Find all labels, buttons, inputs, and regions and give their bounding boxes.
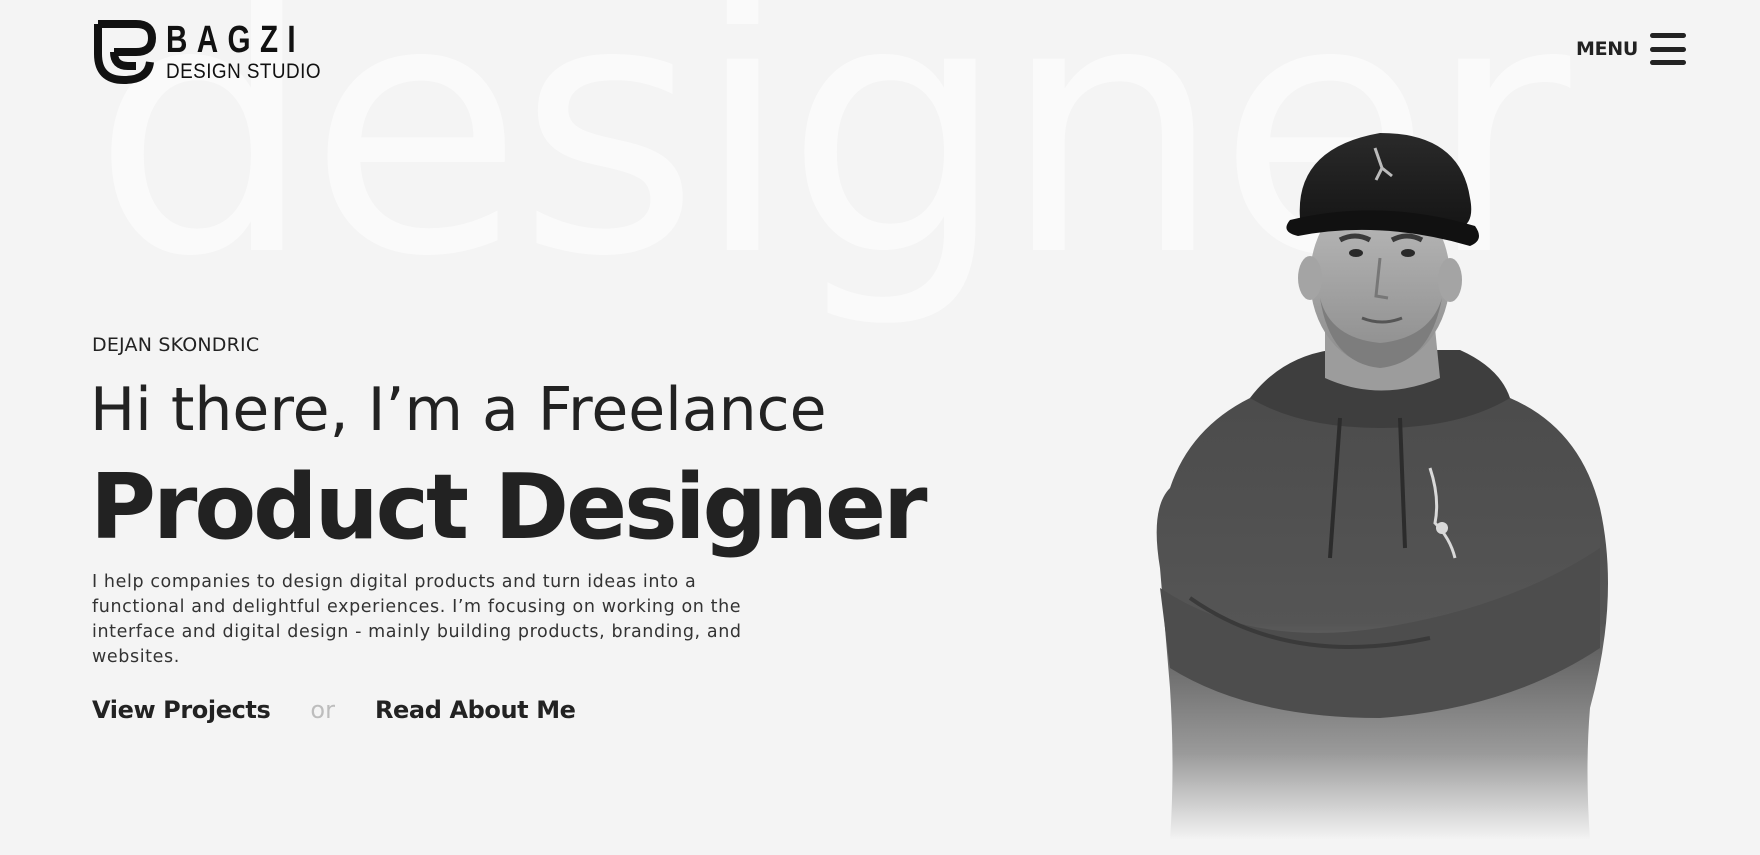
hero-eyebrow: DEJAN SKONDRIC: [92, 334, 260, 356]
cta-separator: or: [310, 696, 335, 724]
hero-description: I help companies to design digital produ…: [92, 572, 742, 667]
logo-name: BAGZI: [166, 19, 306, 61]
menu-label: MENU: [1575, 38, 1638, 60]
hero-cta-group: View Projects or Read About Me: [92, 696, 576, 724]
page: designer BAGZI DESIGN STUDIO MENU DEJAN …: [0, 0, 1760, 855]
hamburger-icon: [1650, 33, 1686, 65]
logo-subtitle: DESIGN STUDIO: [166, 60, 321, 83]
read-about-me-link[interactable]: Read About Me: [375, 696, 576, 724]
hero-title-line1: Hi there, I’m a Freelance: [90, 375, 827, 445]
logo-text: BAGZI DESIGN STUDIO: [166, 21, 344, 83]
hero-title-line2: Product Designer: [90, 455, 927, 560]
logo[interactable]: BAGZI DESIGN STUDIO: [92, 20, 344, 84]
view-projects-link[interactable]: View Projects: [92, 696, 271, 724]
logo-mark-icon: [94, 20, 156, 84]
menu-button[interactable]: MENU: [1576, 33, 1686, 65]
portrait-image: [1156, 133, 1608, 840]
